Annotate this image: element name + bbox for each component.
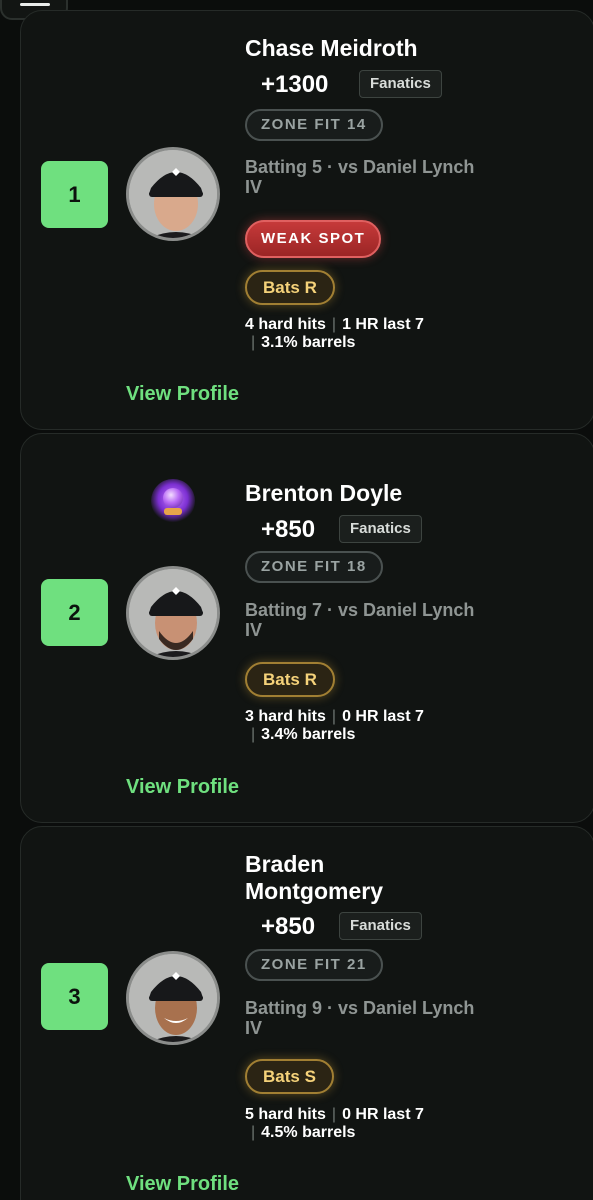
view-profile-link[interactable]: View Profile [126, 383, 239, 406]
stats-line: 3 hard hits | 0 HR last 7 [245, 708, 424, 725]
sportsbook-badge: Fanatics [339, 515, 422, 543]
hr-stat: 1 HR last 7 [342, 316, 424, 333]
stats-line-2: | 4.5% barrels [251, 1124, 356, 1141]
zone-fit-badge: ZONE FIT 21 [245, 949, 383, 981]
odds-value: +850 [261, 516, 316, 543]
bats-badge: Bats R [245, 270, 335, 305]
player-card: 2 Brenton Doyle +850 Fanatics ZONE FIT 1… [20, 433, 593, 823]
hard-hits-stat: 5 hard hits [245, 1106, 326, 1123]
stats-line-2: | 3.1% barrels [251, 334, 356, 351]
stats-line: 4 hard hits | 1 HR last 7 [245, 316, 424, 333]
barrels-stat: 3.1% barrels [261, 334, 356, 351]
rank-badge: 1 [41, 161, 108, 228]
hr-stat: 0 HR last 7 [342, 708, 424, 725]
rank-badge: 3 [41, 963, 108, 1030]
player-name[interactable]: Braden Montgomery [245, 851, 465, 905]
hr-stat: 0 HR last 7 [342, 1106, 424, 1123]
player-card: 1 Chase Meidroth +1300 Fanatics ZONE FIT… [20, 10, 593, 430]
view-profile-link[interactable]: View Profile [126, 1173, 239, 1196]
sportsbook-badge: Fanatics [359, 70, 442, 98]
view-profile-link[interactable]: View Profile [126, 776, 239, 799]
crystal-ball-icon [151, 479, 195, 523]
matchup-text: Batting 9 · vs Daniel Lynch IV [245, 998, 475, 1038]
sportsbook-badge: Fanatics [339, 912, 422, 940]
player-card: 3 Braden Montgomery +850 Fanatics ZONE F… [20, 826, 593, 1200]
matchup-text: Batting 7 · vs Daniel Lynch IV [245, 600, 475, 640]
zone-fit-badge: ZONE FIT 18 [245, 551, 383, 583]
player-avatar [126, 566, 220, 660]
bats-badge: Bats S [245, 1059, 334, 1094]
player-avatar [126, 147, 220, 241]
weak-spot-badge: WEAK SPOT [245, 220, 382, 258]
hard-hits-stat: 3 hard hits [245, 708, 326, 725]
hard-hits-stat: 4 hard hits [245, 316, 326, 333]
odds-value: +1300 [261, 71, 329, 98]
stats-line-2: | 3.4% barrels [251, 726, 356, 743]
stats-line: 5 hard hits | 0 HR last 7 [245, 1106, 424, 1123]
menu-icon [20, 3, 50, 6]
player-name[interactable]: Chase Meidroth [245, 35, 545, 62]
player-avatar [126, 951, 220, 1045]
matchup-text: Batting 5 · vs Daniel Lynch IV [245, 157, 475, 197]
barrels-stat: 4.5% barrels [261, 1124, 356, 1141]
odds-value: +850 [261, 913, 316, 940]
rank-badge: 2 [41, 579, 108, 646]
bats-badge: Bats R [245, 662, 335, 697]
zone-fit-badge: ZONE FIT 14 [245, 109, 383, 141]
player-list-page: 1 Chase Meidroth +1300 Fanatics ZONE FIT… [0, 0, 593, 1200]
barrels-stat: 3.4% barrels [261, 726, 356, 743]
player-name[interactable]: Brenton Doyle [245, 480, 545, 507]
